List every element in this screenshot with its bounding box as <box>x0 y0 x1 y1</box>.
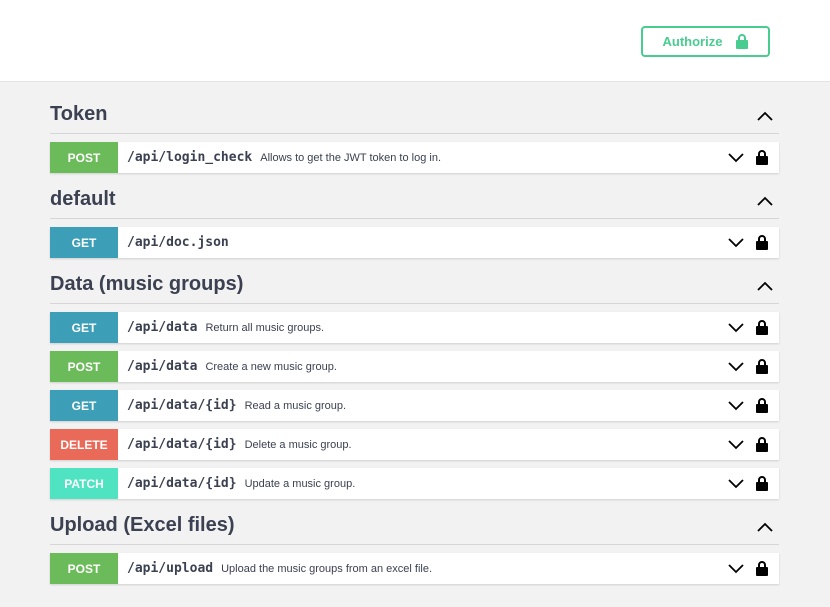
chevron-down-icon[interactable] <box>728 400 744 411</box>
operation-icons <box>728 312 768 343</box>
operation-description: Allows to get the JWT token to log in. <box>260 151 442 164</box>
operation-icons <box>728 142 768 173</box>
operation-row[interactable]: POST/api/upload Upload the music groups f… <box>50 553 779 584</box>
method-badge: POST <box>50 351 118 382</box>
operation-row[interactable]: GET/api/doc.json <box>50 227 779 258</box>
method-badge: PATCH <box>50 468 118 499</box>
section-title: default <box>50 188 116 210</box>
chevron-down-icon[interactable] <box>728 563 744 574</box>
operation-icons <box>728 390 768 421</box>
method-badge: GET <box>50 390 118 421</box>
authorize-label: Authorize <box>662 34 723 49</box>
operation-path: /api/data <box>127 359 198 374</box>
lock-icon[interactable] <box>756 476 768 491</box>
operation-icons <box>728 351 768 382</box>
lock-icon[interactable] <box>756 359 768 374</box>
operations-list: Token POST/api/login_check Allows to get t… <box>50 82 779 584</box>
section-2: Data (music groups) GET/api/data Return al… <box>50 258 779 499</box>
section-3: Upload (Excel files) POST/api/upload Uploa… <box>50 499 779 584</box>
method-badge: GET <box>50 227 118 258</box>
operation-icons <box>728 227 768 258</box>
section-1: default GET/api/doc.json <box>50 173 779 258</box>
chevron-up-icon[interactable] <box>757 281 773 291</box>
operation-row[interactable]: POST/api/data Create a new music group. <box>50 351 779 382</box>
operation-icons <box>728 429 768 460</box>
section-title: Token <box>50 103 108 125</box>
operation-path: /api/upload <box>127 561 214 576</box>
lock-icon[interactable] <box>756 150 768 165</box>
chevron-down-icon[interactable] <box>728 152 744 163</box>
lock-icon[interactable] <box>756 561 768 576</box>
operation-row[interactable]: POST/api/login_check Allows to get the JW… <box>50 142 779 173</box>
chevron-down-icon[interactable] <box>728 237 744 248</box>
operation-description: Update a music group. <box>244 477 356 490</box>
section-header[interactable]: Upload (Excel files) <box>50 499 779 545</box>
operation-row[interactable]: GET/api/data Return all music groups. <box>50 312 779 343</box>
top-bar: Authorize <box>0 0 830 82</box>
chevron-up-icon[interactable] <box>757 111 773 121</box>
operation-description: Read a music group. <box>244 399 347 412</box>
operation-icons <box>728 553 768 584</box>
section-header[interactable]: Token <box>50 82 779 134</box>
authorize-button[interactable]: Authorize <box>641 26 770 57</box>
section-header[interactable]: default <box>50 173 779 219</box>
operation-path: /api/doc.json <box>127 235 229 250</box>
chevron-down-icon[interactable] <box>728 439 744 450</box>
lock-icon[interactable] <box>756 437 768 452</box>
operation-path: /api/data/{id} <box>127 437 237 452</box>
operation-path: /api/data/{id} <box>127 398 237 413</box>
operation-row[interactable]: DELETE/api/data/{id} Delete a music group… <box>50 429 779 460</box>
section-header[interactable]: Data (music groups) <box>50 258 779 304</box>
chevron-down-icon[interactable] <box>728 322 744 333</box>
section-title: Upload (Excel files) <box>50 514 235 536</box>
chevron-up-icon[interactable] <box>757 196 773 206</box>
operation-path: /api/data <box>127 320 198 335</box>
operation-icons <box>728 468 768 499</box>
method-badge: GET <box>50 312 118 343</box>
section-title: Data (music groups) <box>50 273 244 295</box>
lock-icon[interactable] <box>756 320 768 335</box>
section-0: Token POST/api/login_check Allows to get t… <box>50 82 779 173</box>
chevron-up-icon[interactable] <box>757 522 773 532</box>
method-badge: POST <box>50 142 118 173</box>
lock-icon[interactable] <box>756 235 768 250</box>
operation-path: /api/data/{id} <box>127 476 237 491</box>
operation-description: Delete a music group. <box>244 438 352 451</box>
lock-icon[interactable] <box>756 398 768 413</box>
operation-path: /api/login_check <box>127 150 253 165</box>
operation-row[interactable]: PATCH/api/data/{id} Update a music group. <box>50 468 779 499</box>
method-badge: DELETE <box>50 429 118 460</box>
chevron-down-icon[interactable] <box>728 478 744 489</box>
method-badge: POST <box>50 553 118 584</box>
operation-description: Create a new music group. <box>205 360 337 373</box>
chevron-down-icon[interactable] <box>728 361 744 372</box>
operation-row[interactable]: GET/api/data/{id} Read a music group. <box>50 390 779 421</box>
operation-description: Upload the music groups from an excel fi… <box>221 562 433 575</box>
operation-description: Return all music groups. <box>205 321 325 334</box>
lock-icon <box>736 34 749 49</box>
